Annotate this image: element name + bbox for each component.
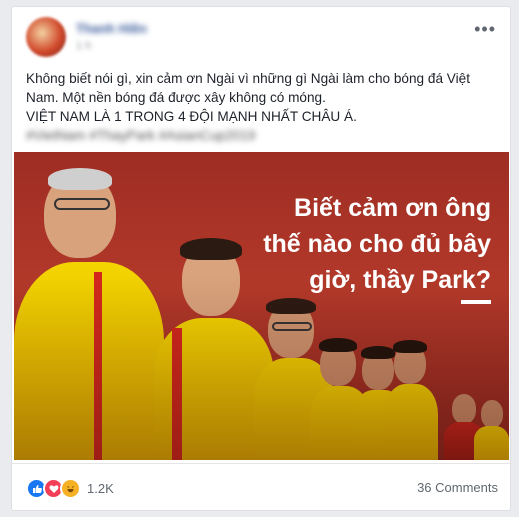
post-hashtags[interactable]: #VietNam #ThayPark #AsianCup2019 [26,126,496,145]
headline-line: thế nào cho đủ bây [263,230,491,258]
post-text: Không biết nói gì, xin cảm ơn Ngài vì nh… [26,69,496,145]
post-footer: 1.2K 36 Comments [12,463,510,512]
headline-line: Biết cảm ơn ông [294,194,491,222]
reaction-count[interactable]: 1.2K [87,481,114,496]
post-image[interactable]: Biết cảm ơn ông thế nào cho đủ bây giờ, … [14,152,509,460]
comments-count-link[interactable]: 36 Comments [417,480,498,495]
reactions-summary[interactable]: 1.2K [26,478,114,499]
headline-underline [461,300,491,304]
author-name[interactable]: Thanh Hiền [76,21,147,36]
post-text-line: VIỆT NAM LÀ 1 TRONG 4 ĐỘI MẠNH NHẤT CHÂU… [26,109,357,124]
image-headline: Biết cảm ơn ông thế nào cho đủ bây giờ, … [263,190,491,298]
author-avatar[interactable] [26,17,66,57]
more-options-icon[interactable]: ••• [474,19,496,40]
post-timestamp[interactable]: 1 h [76,40,91,52]
post-text-line: Không biết nói gì, xin cảm ơn Ngài vì nh… [26,71,470,105]
haha-icon [60,478,81,499]
post-card: Thanh Hiền 1 h ••• Không biết nói gì, xi… [11,6,511,511]
image-shadow [14,275,509,460]
headline-line: giờ, thầy Park? [309,266,491,294]
post-header: Thanh Hiền 1 h ••• [26,17,500,61]
